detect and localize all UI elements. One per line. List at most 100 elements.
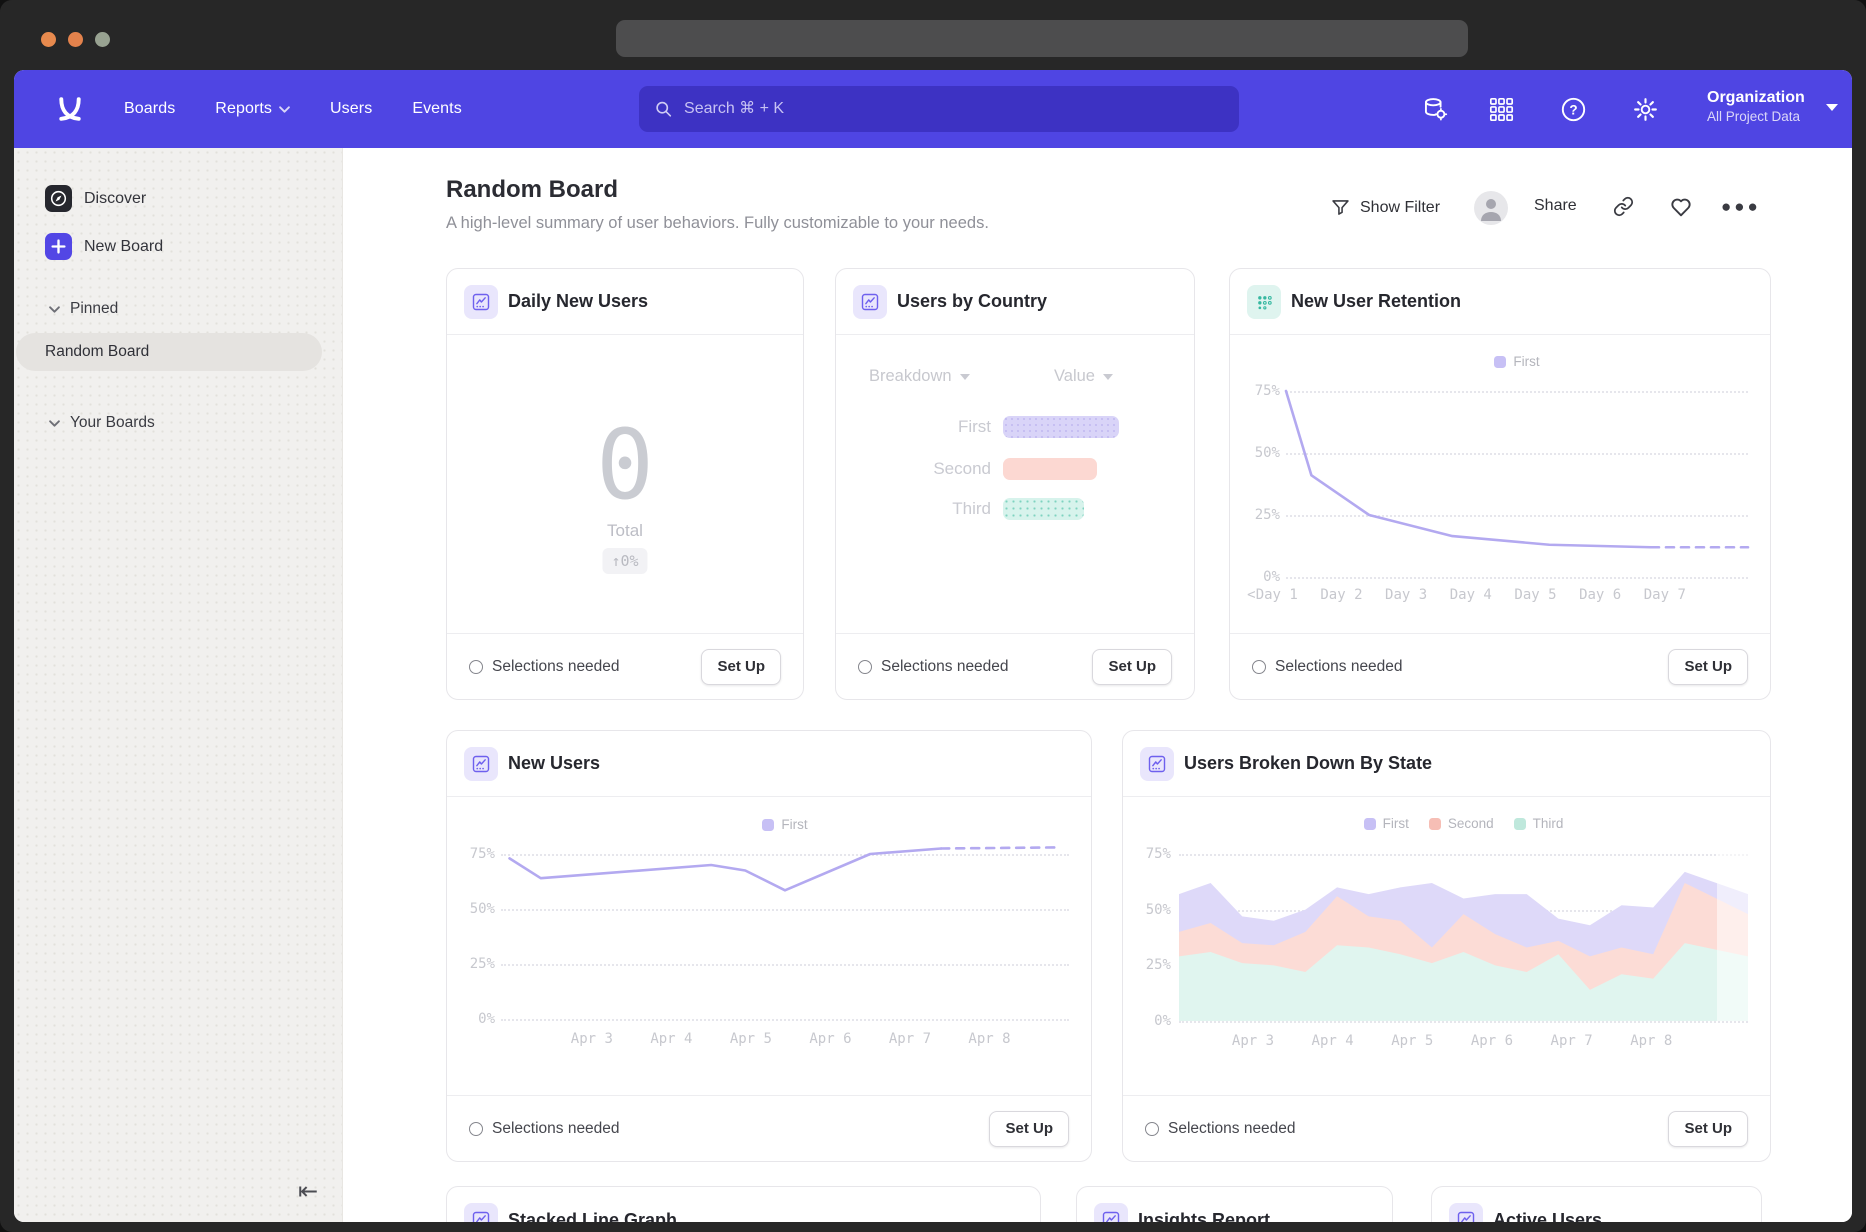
- incomplete-data-overlay: [1717, 854, 1748, 1021]
- apps-grid-icon[interactable]: [1488, 96, 1515, 123]
- section-label: Your Boards: [70, 414, 155, 432]
- nav-item-events[interactable]: Events: [412, 100, 462, 118]
- more-options-icon[interactable]: ●●●: [1721, 197, 1761, 217]
- legend-label: First: [1513, 354, 1539, 369]
- y-axis-labels: 75%50%25%0%: [1230, 391, 1280, 577]
- set-up-button[interactable]: Set Up: [1092, 649, 1172, 685]
- status-circle-icon: [469, 660, 483, 674]
- sidebar-item-random-board[interactable]: Random Board: [16, 333, 322, 371]
- window-zoom-button[interactable]: [95, 32, 110, 47]
- card-header: Daily New Users: [447, 269, 803, 335]
- share-label: Share: [1534, 197, 1577, 215]
- nav-label: Events: [412, 100, 462, 118]
- line-chart-icon: [1140, 747, 1174, 781]
- legend-label: Third: [1533, 816, 1564, 831]
- metric-label: Total: [447, 521, 803, 541]
- retention-chart: [1286, 391, 1748, 577]
- country-bar-row: Second: [836, 458, 1097, 480]
- status-text: Selections needed: [492, 658, 620, 676]
- search-input[interactable]: [682, 99, 1223, 119]
- window-minimize-button[interactable]: [68, 32, 83, 47]
- show-filter-label: Show Filter: [1360, 199, 1440, 217]
- new-users-chart: [501, 854, 1069, 1019]
- chevron-down-icon: [279, 106, 290, 113]
- card-title: Daily New Users: [508, 291, 648, 312]
- nav-label: Reports: [215, 100, 272, 118]
- top-nav: Boards Reports Users Events: [14, 70, 1852, 148]
- card-title: Stacked Line Graph: [508, 1210, 677, 1223]
- data-management-icon[interactable]: [1422, 96, 1449, 123]
- card-footer: Selections needed Set Up: [1123, 1095, 1770, 1161]
- status-text: Selections needed: [881, 658, 1009, 676]
- card-title: Active Users: [1493, 1210, 1602, 1223]
- bar-second: [1003, 458, 1097, 480]
- nav-label: Boards: [124, 100, 175, 118]
- status-text: Selections needed: [1168, 1120, 1296, 1138]
- content-area: Discover New Board Pinned Random Board: [14, 148, 1852, 1222]
- card-new-users: New Users First 75%50%25%0% Apr 3Apr 4Ap…: [446, 730, 1092, 1162]
- status-text: Selections needed: [492, 1120, 620, 1138]
- set-up-button[interactable]: Set Up: [701, 649, 781, 685]
- org-project-scope: All Project Data: [1707, 108, 1805, 126]
- sidebar-item-discover[interactable]: Discover: [45, 185, 146, 212]
- card-header: Users by Country: [836, 269, 1194, 335]
- avatar[interactable]: [1474, 191, 1508, 225]
- show-filter-button[interactable]: Show Filter: [1330, 197, 1440, 218]
- mixpanel-logo-icon[interactable]: [56, 97, 84, 121]
- chevron-down-icon: [49, 306, 60, 313]
- card-active-users: Active Users: [1431, 1186, 1762, 1222]
- org-name: Organization: [1707, 88, 1805, 108]
- plus-icon: [45, 233, 72, 260]
- favorite-heart-icon[interactable]: [1669, 195, 1693, 219]
- share-button[interactable]: Share: [1534, 197, 1577, 215]
- chart-legend: First: [1286, 354, 1748, 369]
- breakdown-dropdown[interactable]: Breakdown: [869, 367, 970, 386]
- metric-delta-badge: ↑0%: [602, 548, 647, 574]
- copy-link-icon[interactable]: [1613, 196, 1634, 217]
- sidebar-collapse-icon[interactable]: ⇤: [298, 1180, 318, 1204]
- sidebar-section-pinned[interactable]: Pinned: [49, 300, 118, 318]
- card-footer: Selections needed Set Up: [447, 1095, 1091, 1161]
- legend-swatch: [1494, 356, 1506, 368]
- x-axis-labels: Apr 3Apr 4Apr 5Apr 6Apr 7Apr 8: [1179, 1033, 1748, 1051]
- line-chart-icon: [464, 285, 498, 319]
- page-subtitle: A high-level summary of user behaviors. …: [446, 214, 989, 233]
- bar-first: [1003, 416, 1119, 438]
- card-title: Users by Country: [897, 291, 1047, 312]
- global-search[interactable]: [639, 86, 1239, 132]
- legend-label: Second: [1448, 816, 1494, 831]
- nav-item-users[interactable]: Users: [330, 100, 372, 118]
- legend-swatch: [1364, 818, 1376, 830]
- sidebar-item-new-board[interactable]: New Board: [45, 233, 163, 260]
- filter-funnel-icon: [1330, 197, 1351, 218]
- svg-text:?: ?: [1569, 102, 1577, 117]
- sidebar-section-your-boards[interactable]: Your Boards: [49, 414, 155, 432]
- card-new-user-retention: New User Retention First 75%50%25%0% <: [1229, 268, 1771, 700]
- nav-item-reports[interactable]: Reports: [215, 100, 290, 118]
- org-switcher[interactable]: Organization All Project Data: [1707, 88, 1805, 126]
- axis-prev-arrow[interactable]: <: [1247, 587, 1255, 603]
- value-dropdown[interactable]: Value: [1054, 367, 1113, 386]
- window-close-button[interactable]: [41, 32, 56, 47]
- set-up-button[interactable]: Set Up: [1668, 1111, 1748, 1147]
- card-header: Users Broken Down By State: [1123, 731, 1770, 797]
- set-up-button[interactable]: Set Up: [989, 1111, 1069, 1147]
- screenshot-stage: Boards Reports Users Events: [0, 0, 1866, 1232]
- card-title: New Users: [508, 753, 600, 774]
- status-text: Selections needed: [1275, 658, 1403, 676]
- country-bar-row: First: [836, 416, 1119, 438]
- help-icon[interactable]: ?: [1560, 96, 1587, 123]
- board-label: Random Board: [45, 343, 149, 361]
- card-header: Active Users: [1432, 1187, 1761, 1222]
- country-bar-row: Third: [836, 498, 1084, 520]
- set-up-button[interactable]: Set Up: [1668, 649, 1748, 685]
- chevron-down-icon: [1103, 374, 1113, 380]
- settings-gear-icon[interactable]: [1632, 96, 1659, 123]
- page-title: Random Board: [446, 176, 618, 204]
- card-header: New User Retention: [1230, 269, 1770, 335]
- sidebar: Discover New Board Pinned Random Board: [14, 148, 343, 1222]
- browser-address-bar[interactable]: [616, 20, 1468, 57]
- x-axis-labels: Apr 3Apr 4Apr 5Apr 6Apr 7Apr 8: [501, 1031, 1069, 1049]
- nav-item-boards[interactable]: Boards: [124, 100, 175, 118]
- status-circle-icon: [1145, 1122, 1159, 1136]
